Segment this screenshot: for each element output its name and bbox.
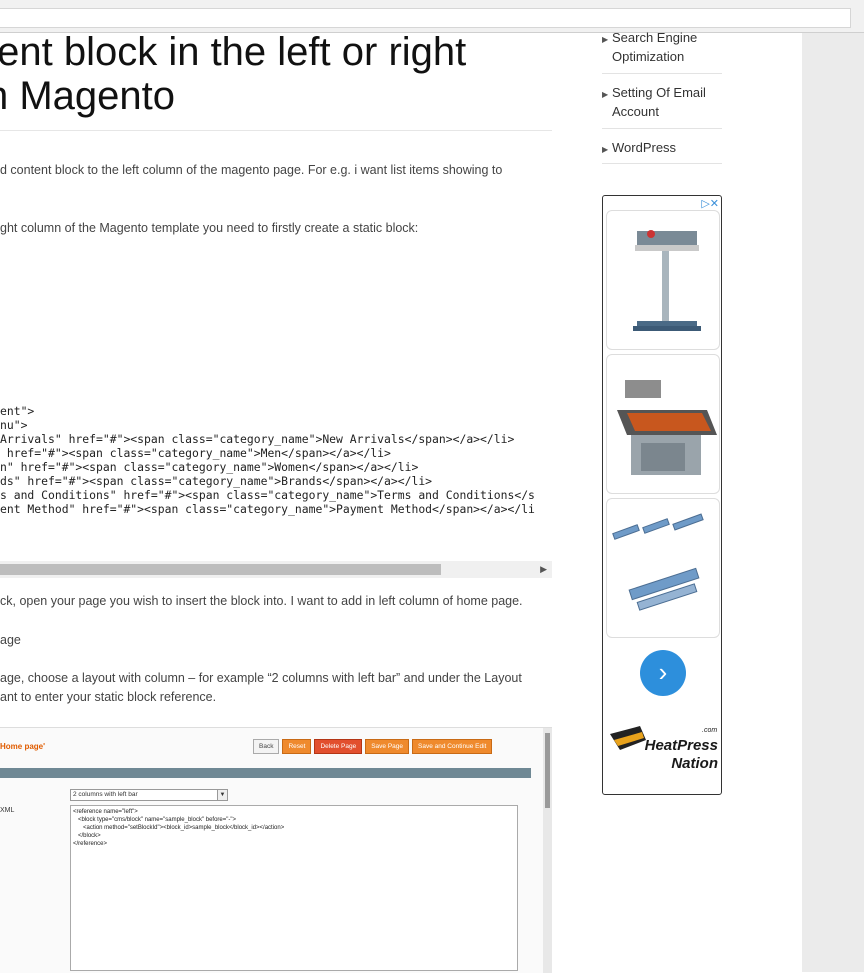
delete-page-button: Delete Page <box>314 739 363 754</box>
paragraph-static-block: ght column of the Magento template you n… <box>0 221 419 235</box>
paragraph-intro: d content block to the left column of th… <box>0 163 503 177</box>
sidebar-item-label[interactable]: Setting Of Email Account <box>612 85 706 119</box>
code-line: ent Method" href="#"><span class="catego… <box>0 502 535 516</box>
save-continue-button: Save and Continue Edit <box>412 739 493 754</box>
code-line: href="#"><span class="category_name">Men… <box>0 446 391 460</box>
scrollbar-thumb[interactable] <box>0 564 441 575</box>
xml-label: XML <box>0 807 15 814</box>
ad-product-card[interactable] <box>606 354 720 494</box>
screenshot-page-title: Home page' <box>0 742 46 751</box>
sidebar-item-email[interactable]: ▶ Setting Of Email Account <box>602 74 722 129</box>
back-button: Back <box>253 739 280 754</box>
code-line: ds" href="#"><span class="category_name"… <box>0 474 433 488</box>
layout-select-value: 2 columns with left bar <box>73 791 138 798</box>
sidebar-item-wordpress[interactable]: ▶ WordPress <box>602 129 722 164</box>
logo-graphic: .com HeatPress Nation <box>610 726 718 772</box>
code-line: Arrivals" href="#"><span class="category… <box>0 432 515 446</box>
logo-main-text: HeatPress <box>645 737 718 754</box>
triangle-right-icon: ▶ <box>602 145 609 154</box>
sidebar-item-label[interactable]: Search Engine Optimization <box>612 30 697 64</box>
ad-product-card[interactable] <box>606 498 720 638</box>
sidebar-item-label[interactable]: WordPress <box>612 140 676 155</box>
triangle-right-icon: ▶ <box>602 90 609 99</box>
article-title: tent block in the left or right n Magent… <box>0 30 546 118</box>
next-arrow-icon[interactable]: › <box>640 650 686 696</box>
code-horizontal-scrollbar[interactable]: ▶ <box>0 561 552 578</box>
reset-button: Reset <box>282 739 312 754</box>
paragraph-layout: age, choose a layout with column – for e… <box>0 671 522 685</box>
screenshot-button-row: Back Reset Delete Page Save Page Save an… <box>253 739 493 754</box>
hand-sealer-image <box>612 513 704 611</box>
adchoices-icon[interactable]: ▷✕ <box>701 197 719 210</box>
code-block: ent"> nu"> Arrivals" href="#"><span clas… <box>0 404 552 524</box>
sidebar-item-seo[interactable]: ▶ Search Engine Optimization <box>602 28 722 74</box>
title-line-1: tent block in the left or right <box>0 30 467 74</box>
pedal-sealer-image <box>633 230 701 331</box>
browser-chrome <box>0 0 864 33</box>
layout-xml-textarea: <reference name="left"> <block type="cms… <box>70 805 518 971</box>
page-gutter <box>802 33 864 972</box>
logo-dotcom: .com <box>702 727 717 734</box>
section-header-bar <box>0 768 531 778</box>
code-line: n" href="#"><span class="category_name">… <box>0 460 419 474</box>
triangle-right-icon: ▶ <box>602 35 609 44</box>
scrollbar-thumb <box>545 733 550 808</box>
address-bar[interactable] <box>0 8 851 28</box>
paragraph-page: age <box>0 633 21 647</box>
screenshot-vertical-scrollbar <box>543 728 552 973</box>
sidebar-category-list: ▶ Search Engine Optimization ▶ Setting O… <box>602 28 722 164</box>
ad-product-card[interactable] <box>606 210 720 350</box>
sidebar-advertisement[interactable]: ▷✕ › .com HeatPress Nation <box>602 195 722 795</box>
heatpress-nation-logo[interactable]: .com HeatPress Nation <box>606 720 718 776</box>
title-line-2: n Magento <box>0 74 176 118</box>
code-line: s and Conditions" href="#"><span class="… <box>0 488 535 502</box>
scroll-right-icon[interactable]: ▶ <box>540 564 547 575</box>
paragraph-layout-cont: ant to enter your static block reference… <box>0 690 217 704</box>
paragraph-insert: ck, open your page you wish to insert th… <box>0 594 523 608</box>
title-divider <box>0 130 552 131</box>
logo-sub-text: Nation <box>671 755 718 772</box>
chevron-down-icon: ▼ <box>217 790 227 800</box>
save-page-button: Save Page <box>365 739 410 754</box>
heat-press-image <box>617 380 717 475</box>
magento-admin-screenshot: Home page' Back Reset Delete Page Save P… <box>0 727 552 973</box>
layout-select: 2 columns with left bar ▼ <box>70 789 228 801</box>
code-line: nu"> <box>0 418 28 432</box>
code-line: ent"> <box>0 404 35 418</box>
